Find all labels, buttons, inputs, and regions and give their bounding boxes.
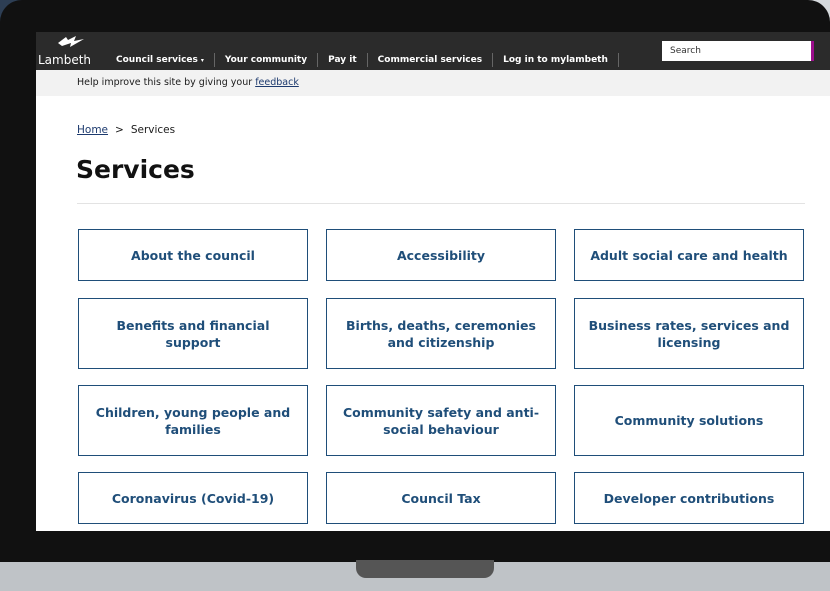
nav-pay-it[interactable]: Pay it [318,53,368,67]
service-tile-births-deaths[interactable]: Births, deaths, ceremonies and citizensh… [326,298,556,369]
service-tile-developer-contributions[interactable]: Developer contributions [574,472,804,524]
search-input[interactable]: Search [662,41,814,61]
breadcrumb-separator: > [115,124,124,136]
feedback-text: Help improve this site by giving your [77,77,256,88]
feedback-banner: Help improve this site by giving your fe… [36,70,830,96]
top-navigation: Lambeth Council services ▾ Your community… [36,32,830,70]
breadcrumb-home-link[interactable]: Home [77,124,108,136]
nav-council-services[interactable]: Council services ▾ [106,53,215,67]
feedback-link[interactable]: feedback [255,77,299,88]
page-title: Services [76,155,195,184]
lambeth-logo-icon [58,36,84,47]
service-tile-community-safety[interactable]: Community safety and anti-social behavio… [326,385,556,456]
service-tile-adult-social-care[interactable]: Adult social care and health [574,229,804,281]
lambeth-logo[interactable]: Lambeth [36,32,106,70]
service-tile-council-tax[interactable]: Council Tax [326,472,556,524]
service-tile-business-rates[interactable]: Business rates, services and licensing [574,298,804,369]
service-tile-children[interactable]: Children, young people and families [78,385,308,456]
nav-commercial-services[interactable]: Commercial services [368,53,494,67]
service-tile-coronavirus[interactable]: Coronavirus (Covid-19) [78,472,308,524]
divider [77,203,805,204]
nav-your-community[interactable]: Your community [215,53,319,67]
service-tile-community-solutions[interactable]: Community solutions [574,385,804,456]
service-tile-accessibility[interactable]: Accessibility [326,229,556,281]
laptop-notch [356,560,494,578]
nav-login[interactable]: Log in to mylambeth [493,53,619,67]
service-tile-benefits[interactable]: Benefits and financial support [78,298,308,369]
nav-item-label: Council services [116,55,198,65]
logo-text: Lambeth [38,53,92,67]
breadcrumb: Home > Services [77,124,175,136]
browser-screen: Lambeth Council services ▾ Your community… [36,32,830,531]
breadcrumb-current: Services [130,124,176,136]
chevron-down-icon: ▾ [200,57,204,64]
service-tile-about[interactable]: About the council [78,229,308,281]
